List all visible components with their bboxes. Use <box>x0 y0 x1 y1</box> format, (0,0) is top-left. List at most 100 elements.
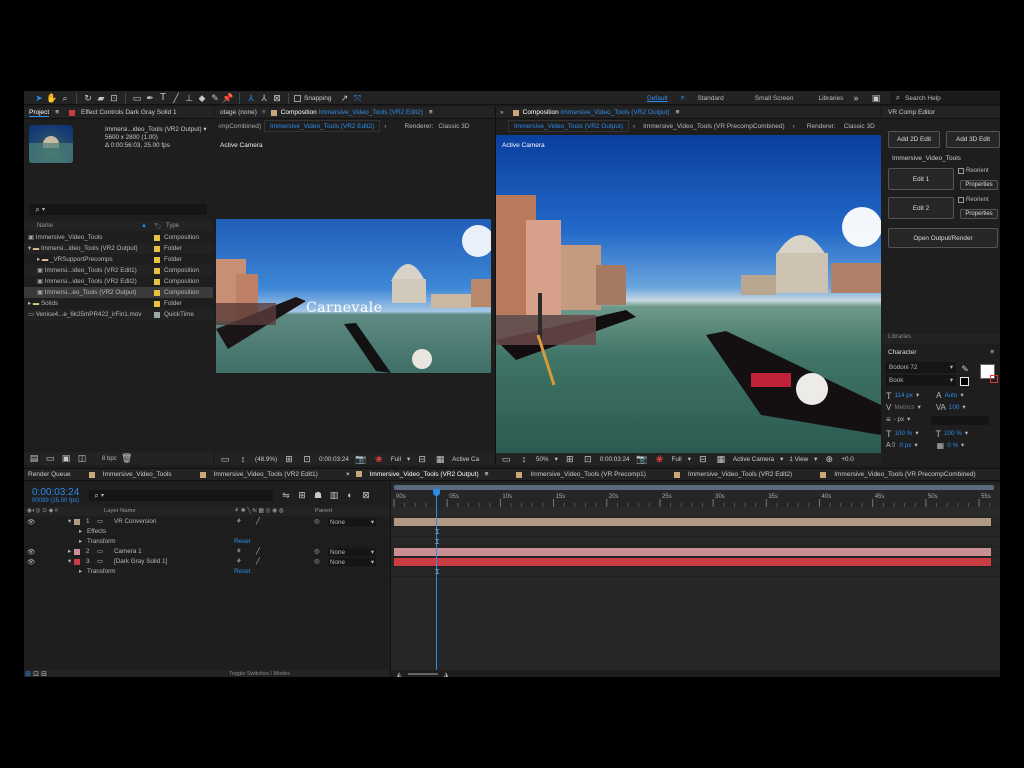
label-color-swatch[interactable] <box>74 549 80 555</box>
project-item[interactable]: ▸ ▬ _VRSupportPrecomps Folder <box>24 254 213 265</box>
open-output-render-button[interactable]: Open Output/Render <box>888 228 998 248</box>
visibility-eye-icon[interactable]: 👁 <box>27 548 35 556</box>
expand-layer-icon[interactable]: ▾ <box>68 518 71 525</box>
renderer-value[interactable]: Classic 3D <box>438 123 469 130</box>
new-composition-icon[interactable]: ▣ <box>60 453 72 465</box>
timeline-tab[interactable]: Immersive_Video_Tools (VR PrecompCombine… <box>806 469 990 480</box>
layer-row[interactable]: 👁 ▸ 2 ▭ Camera 1 ⚘ ╱ ◎ None ▾ <box>24 547 390 557</box>
view-axis-icon[interactable]: ⊠ <box>271 92 283 104</box>
expand-property-icon[interactable]: ▸ <box>79 528 82 535</box>
zoom-slider[interactable] <box>407 673 438 675</box>
channel-icon[interactable]: ❀ <box>654 453 666 465</box>
transparency-grid-icon[interactable]: ▦ <box>715 453 727 465</box>
timeline-search-input[interactable]: ⌕ ▾ <box>89 490 273 501</box>
search-help-field[interactable]: ⌕ Search Help <box>890 92 1000 104</box>
clone-stamp-tool-icon[interactable]: ⊥ <box>183 92 195 104</box>
region-icon[interactable]: ⊡ <box>301 453 313 465</box>
layer-name[interactable]: VR Conversion <box>114 518 156 525</box>
exposure-value[interactable]: +0.0 <box>841 456 853 463</box>
workspace-standard[interactable]: Standard <box>686 95 734 102</box>
zoom-out-icon[interactable]: ◭ <box>397 671 402 678</box>
expand-property-icon[interactable]: ▸ <box>79 568 82 575</box>
column-name[interactable]: Name <box>37 223 53 229</box>
shy-switch-icon[interactable]: ⚘ <box>236 518 242 525</box>
disclosure-icon[interactable]: ▸ <box>37 256 40 263</box>
safe-margins-icon[interactable]: ⊞ <box>564 453 576 465</box>
rotate-tool-icon[interactable]: ↻ <box>82 92 94 104</box>
region-icon[interactable]: ⊡ <box>582 453 594 465</box>
timeline-tab[interactable]: Immersive_Video_Tools <box>75 469 186 480</box>
pen-tool-icon[interactable]: ✒ <box>144 92 156 104</box>
timeline-tab[interactable]: Immersive_Video_Tools (VR2 Edit2) <box>660 469 806 480</box>
search-help-icon-button[interactable]: ▣ <box>870 92 882 104</box>
edit1-reorient[interactable]: Reorient <box>958 168 989 174</box>
expand-layer-icon[interactable]: ▾ <box>68 558 71 565</box>
sort-icon[interactable]: ▲ <box>141 223 147 229</box>
camera-tool-icon[interactable]: ▰ <box>95 92 107 104</box>
project-item[interactable]: ▭ Venice4...e_6k25mPR422_irFin1.mov Quick… <box>24 309 213 320</box>
project-item[interactable]: ▣ Immersi...ideo_Tools (VR2 Edit2) Compos… <box>24 276 213 287</box>
roi-icon[interactable]: ⊟ <box>697 453 709 465</box>
view-select[interactable]: Active Camera <box>733 456 774 463</box>
zoom-tool-icon[interactable]: ⌕ <box>59 92 71 104</box>
eraser-tool-icon[interactable]: ◆ <box>196 92 208 104</box>
view-select[interactable]: Active Ca <box>452 456 479 463</box>
magnification-icon[interactable]: ↕ <box>237 453 249 465</box>
draft-3d-icon[interactable]: ⊞ <box>296 489 308 501</box>
project-settings-icon[interactable]: ◫ <box>76 453 88 465</box>
world-axis-icon[interactable]: ⅄ <box>258 92 270 104</box>
add-2d-edit-button[interactable]: Add 2D Edit <box>888 131 940 148</box>
timeline-tab[interactable]: Render Queue <box>24 469 75 480</box>
workspace-libraries[interactable]: Libraries <box>804 95 854 102</box>
workspace-default[interactable]: Default <box>636 95 679 102</box>
roi-icon[interactable]: ⊟ <box>416 453 428 465</box>
font-family-select[interactable]: Bodoni 72 ▾ <box>886 362 956 373</box>
toggle-switches-modes[interactable]: Toggle Switches / Modes <box>229 671 290 677</box>
view-layout-select[interactable]: 1 View <box>789 456 808 463</box>
render-time-icon[interactable]: ⊞ <box>24 668 32 678</box>
snapshot-icon[interactable]: 📷 <box>355 453 367 465</box>
column-type[interactable]: Type <box>166 223 179 229</box>
safe-margins-icon[interactable]: ⊞ <box>283 453 295 465</box>
workspace-small-screen[interactable]: Small Screen <box>735 95 805 102</box>
frame-blending-icon[interactable]: ▥ <box>328 489 340 501</box>
snapshot-icon[interactable]: 📷 <box>636 453 648 465</box>
project-item[interactable]: ▸ ▬ Solids Folder <box>24 298 213 309</box>
graph-editor-icon[interactable]: ⊠ <box>360 489 372 501</box>
type-tool-icon[interactable]: T <box>157 92 169 104</box>
layer-duration-bar[interactable] <box>394 548 991 556</box>
snap-feature-icon[interactable]: ⤧ <box>351 92 363 104</box>
subtab-output[interactable]: Immersive_Video_Tools (VR2 Output) <box>508 120 629 132</box>
brush-tool-icon[interactable]: ╱ <box>170 92 182 104</box>
pickwhip-icon[interactable]: ◎ <box>314 548 320 555</box>
no-stroke-icon[interactable] <box>990 375 998 383</box>
interpret-footage-icon[interactable]: ▤ <box>28 453 40 465</box>
subtab-precomp-combined[interactable]: ‹mpCombined) <box>215 123 264 130</box>
reset-link[interactable]: Reset <box>234 538 250 545</box>
tab-footage[interactable]: otage (none) <box>215 107 262 118</box>
font-size-value[interactable]: 114 px <box>895 390 913 402</box>
selection-tool-icon[interactable]: ➤ <box>33 92 45 104</box>
label-column-icon[interactable]: 🏷 <box>154 223 162 230</box>
visibility-eye-icon[interactable]: 👁 <box>27 558 35 566</box>
local-axis-icon[interactable]: ⅄ <box>245 92 257 104</box>
thumbnail-dropdown-icon[interactable]: ▾ <box>203 126 206 133</box>
parent-select[interactable]: None ▾ <box>328 518 376 526</box>
layer-name[interactable]: [Dark Gray Solid 1] <box>114 558 167 565</box>
subtab-arrow-icon[interactable]: ‹ <box>629 123 639 130</box>
subtab-edit2[interactable]: Immersive_Video_Tools (VR2 Edit2) <box>264 120 381 132</box>
trash-icon[interactable]: 🗑 <box>121 453 133 465</box>
layer-row[interactable]: 👁 ▾ 1 ▭ VR Conversion ⚘ ╱ ◎ None ▾ <box>24 517 390 527</box>
kerning-value[interactable]: Metrics <box>894 402 914 414</box>
baseline-shift-value[interactable]: 0 px <box>900 440 912 452</box>
timeline-tab[interactable]: Immersive_Video_Tools (VR2 Edit1) <box>186 469 332 480</box>
viewer2-timecode[interactable]: 0:00:03:24 <box>600 456 630 463</box>
subtab-precomp-combined[interactable]: Immersive_Video_Tools (VR PrecompCombine… <box>639 123 789 130</box>
horizontal-scale-value[interactable]: 100 % <box>944 428 962 440</box>
parent-select[interactable]: None ▾ <box>328 558 376 566</box>
parent-select[interactable]: None ▾ <box>328 548 376 556</box>
more-workspaces-icon[interactable]: » <box>850 92 862 104</box>
layer-duration-bar[interactable] <box>394 518 991 526</box>
quality-switch-icon[interactable]: ╱ <box>256 558 260 565</box>
tab-composition-edit2[interactable]: Composition Immersive_Video_Tools (VR2 E… <box>266 107 438 118</box>
